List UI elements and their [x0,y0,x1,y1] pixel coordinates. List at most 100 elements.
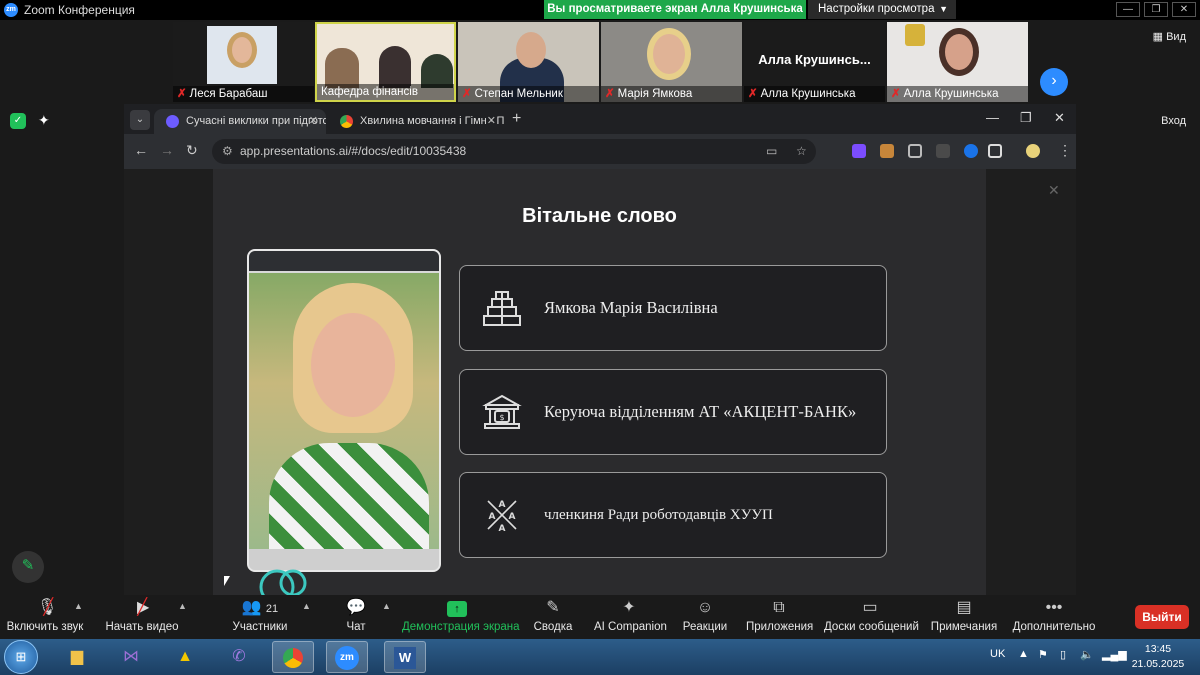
chat-button[interactable]: 💬 Чат [336,597,376,635]
profile-avatar-icon[interactable] [1026,144,1040,158]
browser-tab-active[interactable]: Сучасні виклики при підготов ✕ [154,109,326,134]
app-taskbar-icon[interactable]: ▲ [164,641,206,673]
start-video-button[interactable]: ▶╱ Начать видео [102,597,182,635]
forward-arrow-icon[interactable]: → [160,142,174,158]
extension-icon[interactable] [964,144,978,158]
more-dots-icon: ••• [1045,599,1063,616]
browser-tab[interactable]: Хвилина мовчання і Гімн · По ✕ [328,109,504,134]
next-page-button[interactable]: › [1040,68,1068,96]
participant-tile[interactable]: ✗ Марія Ямкова [601,22,742,102]
participants-icon: 👥 21 [241,599,279,616]
extensions-puzzle-icon[interactable] [988,144,1002,158]
annotate-pencil-icon[interactable]: ✎ [12,551,44,583]
audio-options-caret-icon[interactable]: ▲ [74,601,83,611]
restore-button[interactable]: ❐ [1144,2,1168,17]
clock-date: 21.05.2025 [1131,658,1185,670]
close-tab-icon[interactable]: ✕ [487,109,496,134]
enter-button[interactable]: Вход [1161,115,1186,127]
browser-menu-icon[interactable]: ⋮ [1058,142,1072,159]
close-overlay-icon[interactable]: ✕ [1048,182,1060,199]
view-settings-label: Настройки просмотра [818,3,935,15]
network-signal-icon[interactable]: ▂▄▆ [1102,648,1127,661]
pyramid-icon [483,291,521,326]
presentation-slide: Вітальне слово Ямкова Марія Василівна $ … [213,169,986,599]
participants-button[interactable]: 👥 21 Участники [228,597,292,635]
bookmark-star-icon[interactable]: ☆ [796,139,807,164]
start-button[interactable]: ⊞ [4,640,38,674]
boards-button[interactable]: ▭ Доски сообщений [824,597,919,635]
slide-logo-icon [259,569,307,599]
more-button[interactable]: ••• Дополнительно [1012,597,1096,635]
emoji-icon: ☺ [696,599,714,616]
back-arrow-icon[interactable]: ← [134,142,148,158]
view-button[interactable]: ▦ Вид [1153,30,1186,43]
share-screen-icon: ↑ [402,597,512,619]
participant-tile[interactable]: Алла Крушинсь... ✗ Алла Крушинська [744,22,885,102]
speaker-photo [247,249,441,572]
zoom-taskbar-icon[interactable]: zm [326,641,368,673]
info-card: Ямкова Марія Василівна [459,265,887,351]
notes-button[interactable]: ▤ Примечания [930,597,998,635]
battery-icon[interactable]: ▯ [1060,648,1066,661]
chat-caret-icon[interactable]: ▲ [382,601,391,611]
new-tab-icon[interactable]: + [512,110,521,128]
participant-tile[interactable]: ✗ Леся Барабаш [173,22,314,102]
browser-close-icon[interactable]: ✕ [1054,110,1065,126]
extension-icon[interactable] [908,144,922,158]
chat-label: Чат [346,621,366,633]
chrome-favicon-icon [340,115,353,128]
apps-button[interactable]: ⧉ Приложения [746,597,813,635]
action-center-flag-icon[interactable]: ⚑ [1038,648,1048,661]
participant-video [207,26,277,84]
url-text: app.presentations.ai/#/docs/edit/1003543… [240,144,467,158]
apps-icon: ⧉ [773,599,785,616]
viber-taskbar-icon[interactable]: ✆ [218,641,260,673]
ai-companion-label: AI Companion [594,621,667,633]
extension-icon[interactable] [880,144,894,158]
meeting-toolbar: 🎙╱ Включить звук ▲ ▶╱ Начать видео ▲ 👥 21… [0,595,1200,639]
browser-restore-icon[interactable]: ❐ [1020,110,1032,126]
address-bar[interactable]: ⚙ app.presentations.ai/#/docs/edit/10035… [212,139,816,164]
word-taskbar-icon[interactable]: W [384,641,426,673]
browser-minimize-icon[interactable]: — [986,110,999,125]
participant-tile[interactable]: Кафедра фінансів [315,22,456,102]
screenshot-icon[interactable]: ▭ [766,139,777,164]
extension-icon[interactable] [936,144,950,158]
tab-search-button[interactable]: ⌄ [130,110,150,130]
minimize-button[interactable]: — [1116,2,1140,17]
network-icon: AA AA [487,500,517,534]
view-settings-button[interactable]: Настройки просмотра ▼ [808,0,956,19]
chrome-taskbar-icon[interactable] [272,641,314,673]
volume-icon[interactable]: 🔈 [1080,648,1094,661]
mic-muted-icon: ✗ [605,88,615,100]
shield-icon[interactable]: ✓ [10,113,26,129]
tray-expand-icon[interactable]: ▲ [1018,648,1029,660]
participants-caret-icon[interactable]: ▲ [302,601,311,611]
mic-muted-icon: ✗ [748,88,758,100]
participant-tile[interactable]: ✗ Степан Мельник [458,22,599,102]
extension-icon[interactable] [852,144,866,158]
ai-companion-button[interactable]: ✦ AI Companion [594,597,667,635]
video-options-caret-icon[interactable]: ▲ [178,601,187,611]
summary-button[interactable]: ✎ Сводка [530,597,576,635]
site-info-icon[interactable]: ⚙ [222,139,233,164]
reactions-button[interactable]: ☺ Реакции [682,597,728,635]
explorer-taskbar-icon[interactable]: ▆ [56,641,98,673]
language-indicator[interactable]: UK [990,648,1005,660]
windows-taskbar: ⊞ ▆ ⋈ ▲ ✆ zm W UK ▲ ⚑ ▯ 🔈 ▂▄▆ 13:45 21.0… [0,639,1200,675]
leave-button[interactable]: Выйти [1135,605,1189,629]
system-clock[interactable]: 13:45 21.05.2025 [1128,642,1188,672]
mouse-cursor-icon [224,576,230,586]
close-button[interactable]: ✕ [1172,2,1196,17]
visual-studio-taskbar-icon[interactable]: ⋈ [110,641,152,673]
sparkle-icon[interactable]: ✦ [38,112,50,129]
participants-label: Участники [232,621,288,633]
chat-bubble-icon: 💬 [346,599,366,616]
close-tab-icon[interactable]: ✕ [309,109,318,134]
participant-tile[interactable]: ✗ Алла Крушинська [887,22,1028,102]
boards-label: Доски сообщений [824,621,919,633]
window-title: Zoom Конференция [24,3,135,17]
share-screen-button[interactable]: ↑ Демонстрация экрана [402,597,520,635]
reload-icon[interactable]: ↻ [186,142,198,159]
tab-title: Хвилина мовчання і Гімн · По [360,115,504,127]
